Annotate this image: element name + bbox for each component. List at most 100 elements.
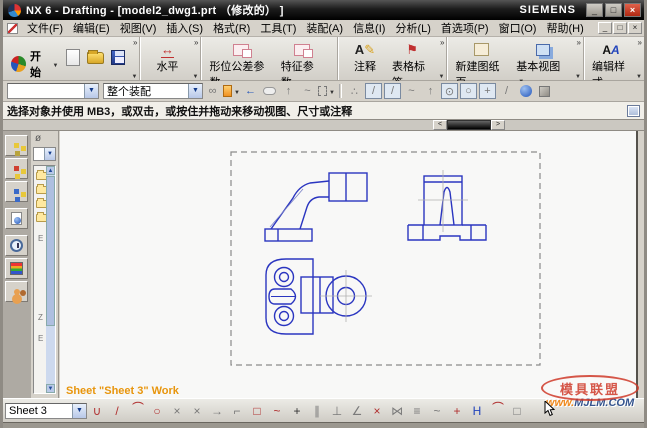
- menu-window[interactable]: 窗口(O): [494, 19, 542, 37]
- overflow-icon[interactable]: »: [133, 38, 137, 47]
- scroll-left-icon[interactable]: <: [433, 120, 447, 130]
- snap-point-on-curve-icon[interactable]: ~: [403, 83, 420, 99]
- overflow-icon[interactable]: »: [577, 38, 581, 47]
- circle-icon[interactable]: ○: [147, 402, 167, 420]
- rectangle-icon[interactable]: □: [247, 402, 267, 420]
- menu-information[interactable]: 信息(I): [348, 19, 390, 37]
- pattern-curve-icon[interactable]: ≡: [407, 402, 427, 420]
- extend-icon[interactable]: →: [207, 402, 227, 420]
- sketch-point-icon[interactable]: +: [447, 402, 467, 420]
- scroll-right-icon[interactable]: >: [491, 120, 505, 130]
- perpendicular-constraint-icon[interactable]: ⊥: [327, 402, 347, 420]
- snap-quadrant-icon[interactable]: ○: [460, 83, 477, 99]
- child-restore-button[interactable]: □: [613, 22, 627, 34]
- toolbar-options-icon[interactable]: ▼: [131, 74, 137, 80]
- overflow-icon[interactable]: »: [638, 38, 642, 47]
- history-tab[interactable]: [5, 235, 28, 256]
- chevron-down-icon[interactable]: ▼: [84, 84, 98, 98]
- snap-existing-point-icon[interactable]: +: [479, 83, 496, 99]
- palette-scrollbar[interactable]: ▲ ▼: [46, 166, 55, 393]
- part-navigator-tab[interactable]: [5, 181, 28, 202]
- parallel-constraint-icon[interactable]: ∥: [307, 402, 327, 420]
- menu-tools[interactable]: 工具(T): [255, 19, 301, 37]
- cloud-icon[interactable]: [261, 83, 278, 99]
- snap-intersection-icon[interactable]: ↑: [422, 83, 439, 99]
- menu-preferences[interactable]: 首选项(P): [436, 19, 494, 37]
- horizontal-scrollbar[interactable]: < >: [433, 120, 505, 130]
- marquee-select-icon[interactable]: ▼: [318, 83, 335, 99]
- dimension-icon[interactable]: H: [467, 402, 487, 420]
- quick-trim-icon[interactable]: ×: [367, 402, 387, 420]
- new-file-button[interactable]: [66, 49, 80, 66]
- fillet-icon[interactable]: ×: [167, 402, 187, 420]
- scroll-down-icon[interactable]: ▼: [46, 384, 55, 393]
- menu-analysis[interactable]: 分析(L): [390, 19, 435, 37]
- derive-icon[interactable]: ↑: [280, 83, 297, 99]
- trim-icon[interactable]: ×: [187, 402, 207, 420]
- hook-icon[interactable]: ~: [299, 83, 316, 99]
- line-icon[interactable]: /: [107, 402, 127, 420]
- view-side[interactable]: [407, 170, 487, 241]
- snap-mid-point-icon[interactable]: /: [384, 83, 401, 99]
- overflow-icon[interactable]: »: [440, 38, 444, 47]
- toolbar-options-icon[interactable]: ▼: [192, 74, 198, 80]
- menu-help[interactable]: 帮助(H): [541, 19, 588, 37]
- back-arrow-icon[interactable]: ←: [242, 83, 259, 99]
- mirror-curve-icon[interactable]: ⋈: [387, 402, 407, 420]
- selection-scope-combo[interactable]: 整个装配 ▼: [103, 83, 203, 99]
- menu-insert[interactable]: 插入(S): [161, 19, 208, 37]
- base-view-button[interactable]: 基本视图 ▼: [512, 40, 573, 87]
- note-button[interactable]: A ✎ 注释: [342, 40, 388, 75]
- view-front-bracket[interactable]: [264, 172, 368, 242]
- menu-file[interactable]: 文件(F): [22, 19, 68, 37]
- document-system-icon[interactable]: [7, 22, 18, 34]
- start-button[interactable]: 开始 ▼: [7, 46, 62, 82]
- selection-filter-combo[interactable]: ▼: [7, 83, 99, 99]
- toolbar-options-icon[interactable]: ▼: [575, 74, 581, 80]
- palette-combo[interactable]: ▼: [33, 147, 56, 161]
- maximize-button[interactable]: □: [605, 3, 622, 17]
- menu-edit[interactable]: 编辑(E): [68, 19, 115, 37]
- snap-enable-icon[interactable]: ∴: [346, 83, 363, 99]
- closed-curve-icon[interactable]: (: [488, 401, 506, 421]
- solid-body-icon[interactable]: [536, 83, 553, 99]
- selection-filter-icon[interactable]: ∞: [204, 83, 221, 99]
- drawing-canvas[interactable]: Sheet "Sheet 3" Work: [60, 131, 638, 398]
- arc-icon[interactable]: (: [128, 401, 146, 421]
- corner-icon[interactable]: ⌐: [227, 402, 247, 420]
- palette-list[interactable]: E Z E ▲ ▼: [33, 165, 56, 394]
- snap-point-on-line-icon[interactable]: /: [498, 83, 515, 99]
- point-icon[interactable]: +: [287, 402, 307, 420]
- highlight-icon[interactable]: ▼: [223, 83, 240, 99]
- pushpin-icon[interactable]: ø: [32, 133, 57, 146]
- studio-spline-icon[interactable]: ~: [267, 402, 287, 420]
- minimize-button[interactable]: _: [586, 3, 603, 17]
- dialog-rail-icon[interactable]: [627, 104, 640, 117]
- chevron-down-icon[interactable]: ▼: [188, 84, 202, 98]
- roles-tab[interactable]: [5, 281, 28, 302]
- angle-constraint-icon[interactable]: ∠: [347, 402, 367, 420]
- view-top[interactable]: [265, 258, 372, 335]
- menu-view[interactable]: 视图(V): [115, 19, 162, 37]
- sheet-selector-combo[interactable]: Sheet 3 ▼: [5, 402, 87, 419]
- rotate-view-icon[interactable]: [517, 83, 534, 99]
- constraint-navigator-tab[interactable]: [5, 158, 28, 179]
- offset-curve-icon[interactable]: ~: [427, 402, 447, 420]
- scrollbar-thumb[interactable]: [447, 120, 491, 130]
- open-file-button[interactable]: [86, 50, 105, 64]
- finish-icon[interactable]: □: [507, 402, 527, 420]
- snap-arc-center-icon[interactable]: ⊙: [441, 83, 458, 99]
- child-minimize-button[interactable]: _: [598, 22, 612, 34]
- toolbar-options-icon[interactable]: ▼: [636, 74, 642, 80]
- toolbar-options-icon[interactable]: ▼: [439, 74, 445, 80]
- palettes-tab[interactable]: [5, 258, 28, 279]
- save-button[interactable]: [111, 50, 126, 65]
- menu-assemblies[interactable]: 装配(A): [301, 19, 348, 37]
- horizontal-dimension-button[interactable]: ↔ 水平: [144, 40, 190, 75]
- close-button[interactable]: ×: [624, 3, 641, 17]
- snap-end-point-icon[interactable]: /: [365, 83, 382, 99]
- child-close-button[interactable]: ×: [628, 22, 642, 34]
- profile-icon[interactable]: ∪: [87, 402, 107, 420]
- chevron-down-icon[interactable]: ▼: [72, 403, 86, 418]
- overflow-icon[interactable]: »: [194, 38, 198, 47]
